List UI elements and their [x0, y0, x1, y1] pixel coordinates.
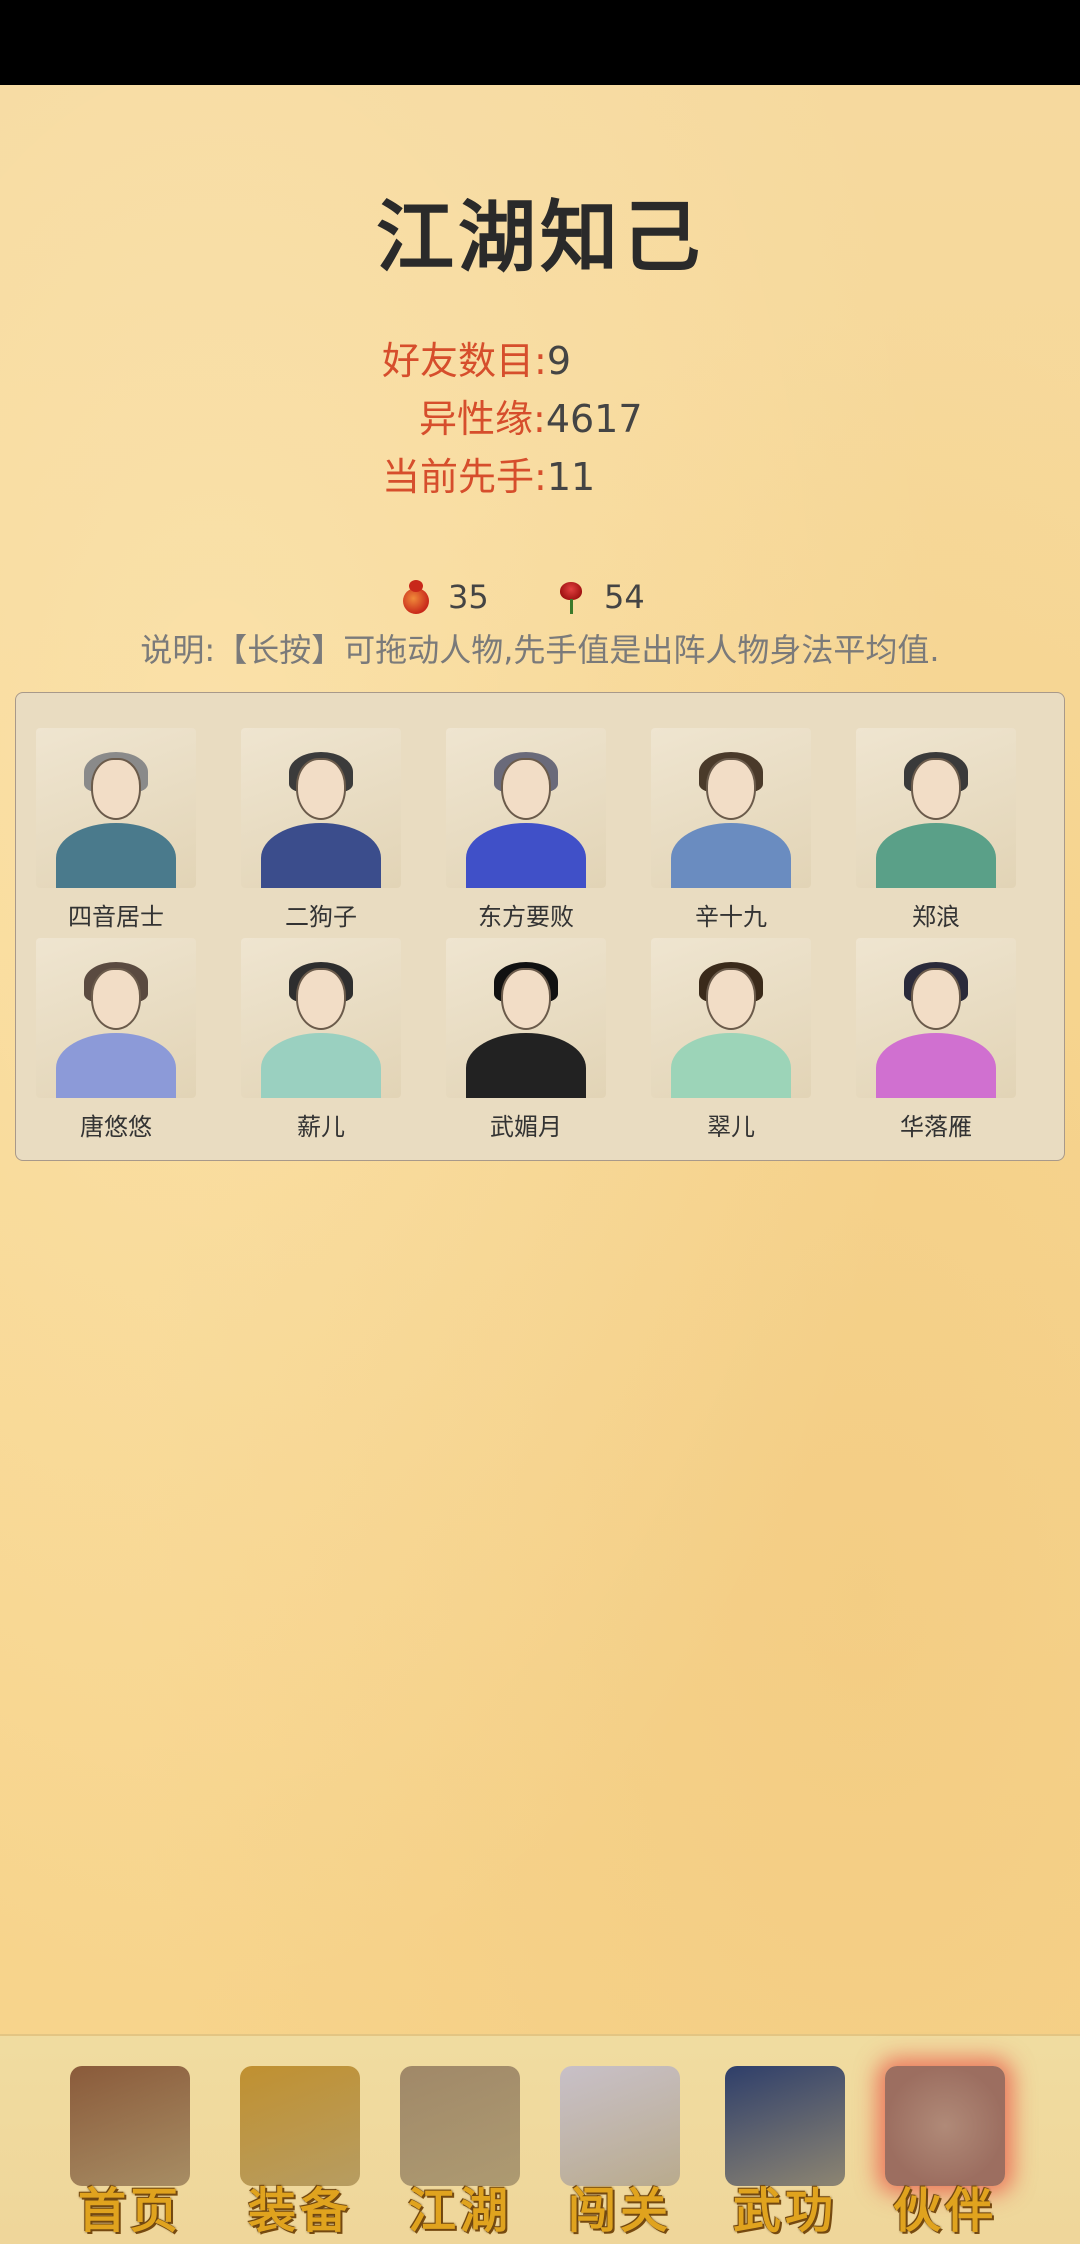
status-bar — [0, 0, 1080, 85]
companion-portrait — [651, 728, 811, 888]
stat-label: 当前先手 — [382, 455, 535, 499]
companion-portrait — [446, 728, 606, 888]
companion-portrait — [651, 938, 811, 1098]
companion-card[interactable]: 二狗子 — [241, 728, 401, 932]
rose-count: 54 — [604, 578, 645, 616]
nav-martial-arts[interactable]: 武功 — [710, 2066, 860, 2239]
companion-panel: 四音居士 二狗子 东方要败 辛十九 郑浪唐悠悠 薪儿 武媚月 翠儿 华落雁 — [15, 692, 1065, 1161]
companion-card[interactable]: 华落雁 — [856, 938, 1016, 1142]
stat-charm: 异性缘:4617 — [419, 393, 643, 445]
companion-card[interactable]: 郑浪 — [856, 728, 1016, 932]
nav-home-label: 首页 — [77, 2183, 182, 2239]
companion-name: 薪儿 — [297, 1113, 345, 1141]
stat-value: 9 — [546, 339, 572, 383]
stat-initiative: 当前先手:11 — [382, 451, 595, 503]
nav-home[interactable]: 首页 — [55, 2066, 205, 2239]
companion-card[interactable]: 辛十九 — [651, 728, 811, 932]
instruction-note: 说明:【长按】可拖动人物,先手值是出阵人物身法平均值. — [140, 631, 940, 669]
companion-name: 唐悠悠 — [80, 1113, 152, 1141]
companion-card[interactable]: 四音居士 — [36, 728, 196, 932]
stat-separator: : — [534, 339, 547, 383]
companion-card[interactable]: 武媚月 — [446, 938, 606, 1142]
companion-name: 二狗子 — [285, 903, 357, 931]
companion-portrait — [856, 728, 1016, 888]
companion-name: 武媚月 — [490, 1113, 562, 1141]
companion-name: 东方要败 — [478, 903, 574, 931]
companion-card[interactable]: 唐悠悠 — [36, 938, 196, 1142]
stat-label: 异性缘 — [419, 397, 534, 441]
gourd-currency: 35 — [400, 572, 489, 622]
companion-name: 四音居士 — [68, 903, 164, 931]
companion-portrait — [446, 938, 606, 1098]
nav-jianghu-label: 江湖 — [407, 2183, 512, 2239]
stat-friend-count: 好友数目:9 — [382, 335, 571, 387]
companion-portrait — [36, 728, 196, 888]
rose-icon — [556, 580, 586, 614]
nav-companions-icon — [885, 2066, 1005, 2186]
stat-separator: : — [534, 455, 547, 499]
nav-challenge[interactable]: 闯关 — [545, 2066, 695, 2239]
companion-portrait — [36, 938, 196, 1098]
nav-challenge-label: 闯关 — [567, 2183, 672, 2239]
nav-equipment[interactable]: 装备 — [225, 2066, 375, 2239]
companion-name: 辛十九 — [695, 903, 767, 931]
nav-home-icon — [70, 2066, 190, 2186]
companion-card[interactable]: 翠儿 — [651, 938, 811, 1142]
nav-companions-label: 伙伴 — [892, 2183, 997, 2239]
gourd-icon — [400, 580, 430, 614]
bottom-nav: 首页 装备 江湖 闯关 武功 伙伴 — [0, 2034, 1080, 2244]
nav-jianghu[interactable]: 江湖 — [385, 2066, 535, 2239]
companion-card[interactable]: 东方要败 — [446, 728, 606, 932]
nav-companions[interactable]: 伙伴 — [870, 2066, 1020, 2239]
companion-portrait — [856, 938, 1016, 1098]
companion-name: 郑浪 — [912, 903, 960, 931]
stat-label: 好友数目 — [382, 339, 535, 383]
page-title: 江湖知己 — [375, 193, 704, 283]
nav-equipment-label: 装备 — [247, 2183, 352, 2239]
nav-martial-arts-icon — [725, 2066, 845, 2186]
companion-name: 华落雁 — [900, 1113, 972, 1141]
companion-card[interactable]: 薪儿 — [241, 938, 401, 1142]
currency-bar: 35 54 — [0, 572, 1080, 622]
stat-value: 11 — [546, 455, 596, 499]
companion-portrait — [241, 728, 401, 888]
stat-value: 4617 — [545, 397, 643, 441]
companion-name: 翠儿 — [707, 1113, 755, 1141]
nav-equipment-icon — [240, 2066, 360, 2186]
gourd-count: 35 — [448, 578, 489, 616]
stat-separator: : — [533, 397, 546, 441]
rose-currency: 54 — [556, 572, 645, 622]
nav-jianghu-icon — [400, 2066, 520, 2186]
companion-portrait — [241, 938, 401, 1098]
nav-challenge-icon — [560, 2066, 680, 2186]
nav-martial-arts-label: 武功 — [732, 2183, 837, 2239]
